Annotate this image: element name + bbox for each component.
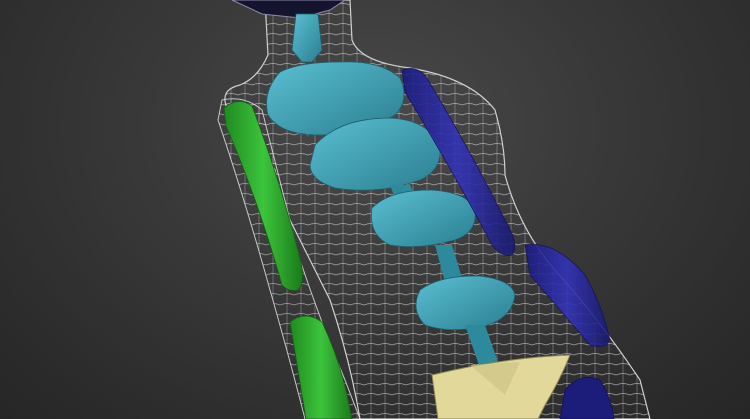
viewport-scene [217,0,651,419]
3d-viewport[interactable] [0,0,750,419]
